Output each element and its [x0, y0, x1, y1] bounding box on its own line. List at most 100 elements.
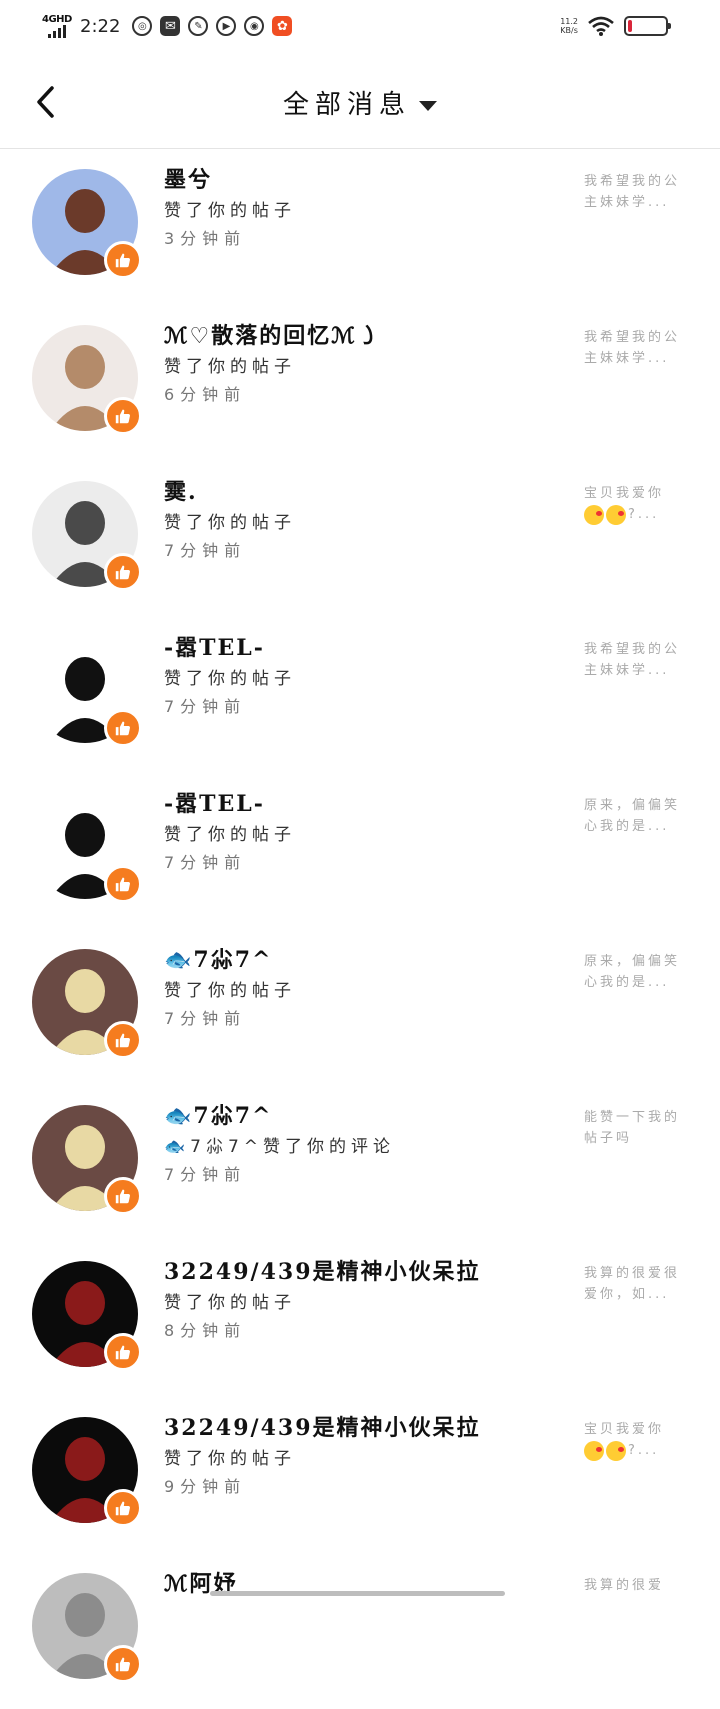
like-badge-icon — [104, 1333, 142, 1371]
thumbs-up-icon — [115, 565, 130, 580]
post-preview[interactable]: 宝贝我爱你?... — [584, 1419, 688, 1461]
preview-suffix: ?... — [628, 507, 660, 522]
wifi-icon — [588, 16, 614, 36]
message-action: 赞了你的帖子 — [164, 669, 296, 689]
message-texts: 霙. 赞了你的帖子 7分钟前 — [164, 475, 544, 565]
kiss-emoji-icon — [606, 504, 626, 525]
post-preview[interactable]: 我算的很爱 — [584, 1575, 688, 1596]
thumbs-up-icon — [115, 409, 130, 424]
message-time — [164, 1629, 544, 1657]
thumbs-up-icon — [115, 721, 130, 736]
preview-text: 宝贝我爱你 — [584, 1422, 665, 1437]
like-badge-icon — [104, 1021, 142, 1059]
message-texts: 32249/439是精神小伙呆拉 赞了你的帖子 9分钟前 — [164, 1411, 544, 1501]
kiss-emoji-icon — [584, 504, 604, 525]
like-badge-icon — [104, 397, 142, 435]
message-time: 7分钟前 — [164, 697, 247, 716]
thumbs-up-icon — [115, 877, 130, 892]
cellular-signal-icon: 4GHD — [42, 14, 72, 38]
thumbs-up-icon — [115, 253, 130, 268]
like-badge-icon — [104, 1177, 142, 1215]
page-title[interactable]: 全部消息 — [283, 90, 411, 120]
status-bar-right: 11.2 KB/s 9 — [560, 16, 671, 36]
message-time: 7分钟前 — [164, 1009, 247, 1028]
message-time: 3分钟前 — [164, 229, 247, 248]
sender-name[interactable]: 🐟7尛7^ — [164, 1099, 544, 1133]
message-item[interactable]: 32249/439是精神小伙呆拉 赞了你的帖子 9分钟前 宝贝我爱你?... — [0, 1397, 720, 1553]
preview-text: 我希望我的公主妹妹学... — [584, 642, 681, 678]
message-item[interactable]: -嚣TEL- 赞了你的帖子 7分钟前 我希望我的公主妹妹学... — [0, 617, 720, 773]
message-texts: ℳ♡散落的回忆ℳ㇁ 赞了你的帖子 6分钟前 — [164, 319, 544, 409]
message-item[interactable]: ℳ♡散落的回忆ℳ㇁ 赞了你的帖子 6分钟前 我希望我的公主妹妹学... — [0, 305, 720, 461]
message-time: 7分钟前 — [164, 541, 247, 560]
sender-name[interactable]: -嚣TEL- — [164, 631, 544, 665]
post-preview[interactable]: 我希望我的公主妹妹学... — [584, 171, 688, 213]
preview-text: 宝贝我爱你 — [584, 486, 665, 501]
message-action: 赞了你的帖子 — [164, 981, 296, 1001]
post-preview[interactable]: 宝贝我爱你?... — [584, 483, 688, 525]
status-bar: 4GHD 2:22 ◎ ✉ ✎ ▶ ◉ ✿ 11.2 KB/s 9 — [0, 0, 720, 56]
thumbs-up-icon — [115, 1657, 130, 1672]
mail-icon: ✉ — [160, 16, 181, 36]
message-texts: ℳ阿妤 — [164, 1567, 544, 1657]
sender-name[interactable]: ℳ♡散落的回忆ℳ㇁ — [164, 319, 544, 353]
title-dropdown[interactable]: 全部消息 — [0, 84, 720, 121]
caret-down-icon[interactable] — [419, 100, 437, 111]
sender-name[interactable]: 墨兮 — [164, 163, 544, 197]
message-action: 🐟7尛7^赞了你的评论 — [164, 1137, 396, 1157]
message-action: 赞了你的帖子 — [164, 201, 296, 221]
sender-name[interactable]: 霙. — [164, 475, 544, 509]
preview-suffix: ?... — [628, 1443, 660, 1458]
like-badge-icon — [104, 553, 142, 591]
message-item[interactable]: 32249/439是精神小伙呆拉 赞了你的帖子 8分钟前 我算的很爱很爱你，如.… — [0, 1241, 720, 1397]
preview-text: 能赞一下我的帖子吗 — [584, 1110, 681, 1146]
post-preview[interactable]: 能赞一下我的帖子吗 — [584, 1107, 688, 1149]
message-item[interactable]: ℳ阿妤 我算的很爱 — [0, 1553, 720, 1709]
sender-name[interactable]: 32249/439是精神小伙呆拉 — [164, 1255, 544, 1289]
like-badge-icon — [104, 709, 142, 747]
thumbs-up-icon — [115, 1189, 130, 1204]
message-action — [164, 1601, 544, 1629]
speed-unit: KB/s — [560, 26, 578, 35]
netease-music-icon: ◎ — [132, 16, 153, 36]
message-item[interactable]: 🐟7尛7^ 赞了你的帖子 7分钟前 原来，偏偏笑心我的是... — [0, 929, 720, 1085]
message-texts: 32249/439是精神小伙呆拉 赞了你的帖子 8分钟前 — [164, 1255, 544, 1345]
app-icon: ✿ — [272, 16, 293, 36]
message-action: 赞了你的帖子 — [164, 825, 296, 845]
post-preview[interactable]: 原来，偏偏笑心我的是... — [584, 795, 688, 837]
message-time: 8分钟前 — [164, 1321, 247, 1340]
post-preview[interactable]: 原来，偏偏笑心我的是... — [584, 951, 688, 993]
sender-name[interactable]: 32249/439是精神小伙呆拉 — [164, 1411, 544, 1445]
kiss-emoji-icon — [584, 1440, 604, 1461]
sender-name[interactable]: -嚣TEL- — [164, 787, 544, 821]
message-action: 赞了你的帖子 — [164, 1449, 296, 1469]
message-time: 7分钟前 — [164, 1165, 247, 1184]
preview-text: 我希望我的公主妹妹学... — [584, 174, 681, 210]
thumbs-up-icon — [115, 1033, 130, 1048]
post-preview[interactable]: 我希望我的公主妹妹学... — [584, 327, 688, 369]
preview-text: 原来，偏偏笑心我的是... — [584, 954, 681, 990]
scroll-indicator — [210, 1591, 505, 1596]
message-texts: -嚣TEL- 赞了你的帖子 7分钟前 — [164, 631, 544, 721]
network-type: 4GHD — [42, 14, 72, 25]
battery-level: 9 — [642, 19, 650, 29]
preview-text: 我希望我的公主妹妹学... — [584, 330, 681, 366]
speed-value: 11.2 — [560, 17, 578, 26]
message-item[interactable]: -嚣TEL- 赞了你的帖子 7分钟前 原来，偏偏笑心我的是... — [0, 773, 720, 929]
preview-text: 我算的很爱很爱你，如... — [584, 1266, 681, 1302]
like-badge-icon — [104, 1645, 142, 1683]
preview-text: 原来，偏偏笑心我的是... — [584, 798, 681, 834]
message-texts: 🐟7尛7^ 赞了你的帖子 7分钟前 — [164, 943, 544, 1033]
message-item[interactable]: 墨兮 赞了你的帖子 3分钟前 我希望我的公主妹妹学... — [0, 149, 720, 305]
post-preview[interactable]: 我算的很爱很爱你，如... — [584, 1263, 688, 1305]
play-icon: ▶ — [216, 16, 237, 36]
message-item[interactable]: 霙. 赞了你的帖子 7分钟前 宝贝我爱你?... — [0, 461, 720, 617]
sender-name[interactable]: 🐟7尛7^ — [164, 943, 544, 977]
message-texts: 墨兮 赞了你的帖子 3分钟前 — [164, 163, 544, 253]
message-list: 墨兮 赞了你的帖子 3分钟前 我希望我的公主妹妹学... ℳ♡散落的回忆ℳ㇁ 赞… — [0, 149, 720, 1709]
status-bar-left: 4GHD 2:22 ◎ ✉ ✎ ▶ ◉ ✿ — [42, 14, 293, 38]
message-action: 赞了你的帖子 — [164, 357, 296, 377]
post-preview[interactable]: 我希望我的公主妹妹学... — [584, 639, 688, 681]
header: 全部消息 — [0, 56, 720, 149]
message-item[interactable]: 🐟7尛7^ 🐟7尛7^赞了你的评论 7分钟前 能赞一下我的帖子吗 — [0, 1085, 720, 1241]
